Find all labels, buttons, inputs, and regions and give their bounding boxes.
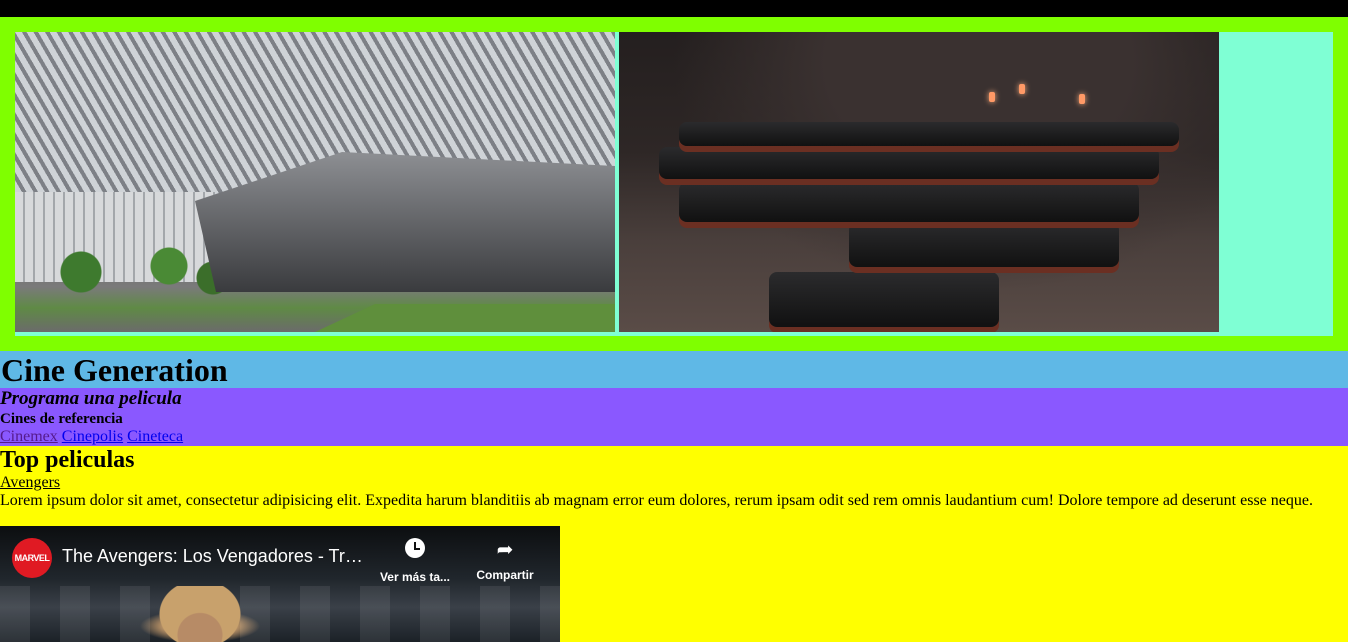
wall-lamp — [1019, 84, 1025, 94]
share-label: Compartir — [476, 568, 534, 582]
share-button[interactable]: ➦ Compartir — [460, 538, 550, 582]
cinemas-subheading: Cines de referencia — [0, 411, 123, 427]
actor-figure — [150, 586, 250, 642]
video-embed[interactable]: MARVEL The Avengers: Los Vengadores - Tr… — [0, 526, 560, 642]
video-title[interactable]: The Avengers: Los Vengadores - Tráiler — [62, 546, 372, 567]
page-title: Cine Generation — [1, 352, 228, 388]
seat-row — [679, 122, 1179, 146]
watch-later-label: Ver más ta... — [379, 570, 451, 584]
top-films-section: Top peliculas Avengers Lorem ipsum dolor… — [0, 446, 1348, 642]
link-cineteca[interactable]: Cineteca — [127, 428, 183, 445]
video-background — [0, 586, 560, 642]
top-films-heading: Top peliculas — [0, 447, 135, 473]
link-cinepolis[interactable]: Cinepolis — [62, 428, 123, 445]
title-band: Cine Generation — [0, 351, 1348, 388]
hero-banner — [0, 17, 1348, 351]
channel-avatar[interactable]: MARVEL — [12, 538, 52, 578]
clock-icon — [370, 538, 460, 564]
trees-shape — [15, 242, 235, 302]
theatre-seats-image — [619, 32, 1219, 332]
seat-row — [769, 272, 999, 327]
seat-row — [659, 147, 1159, 179]
wall-lamp — [989, 92, 995, 102]
cineteca-structure-shape — [195, 152, 615, 292]
hero-empty-space — [1223, 32, 1333, 336]
seat-row — [849, 222, 1119, 267]
program-heading: Programa una pelicula — [0, 388, 182, 409]
lawn-shape — [315, 304, 615, 332]
seat-row — [679, 182, 1139, 222]
watch-later-button[interactable]: Ver más ta... — [370, 538, 460, 584]
link-cinemex[interactable]: Cinemex — [0, 428, 58, 445]
share-icon: ➦ — [496, 539, 514, 561]
film-description: Lorem ipsum dolor sit amet, consectetur … — [0, 492, 1313, 509]
cineteca-building-image — [15, 32, 615, 332]
hero-gallery — [15, 32, 1333, 336]
wall-lamp — [1079, 94, 1085, 104]
cinema-links: Cinemex Cinepolis Cineteca — [0, 428, 1348, 446]
link-avengers[interactable]: Avengers — [0, 474, 60, 491]
program-section: Programa una pelicula Cines de referenci… — [0, 388, 1348, 446]
top-bar — [0, 0, 1348, 17]
